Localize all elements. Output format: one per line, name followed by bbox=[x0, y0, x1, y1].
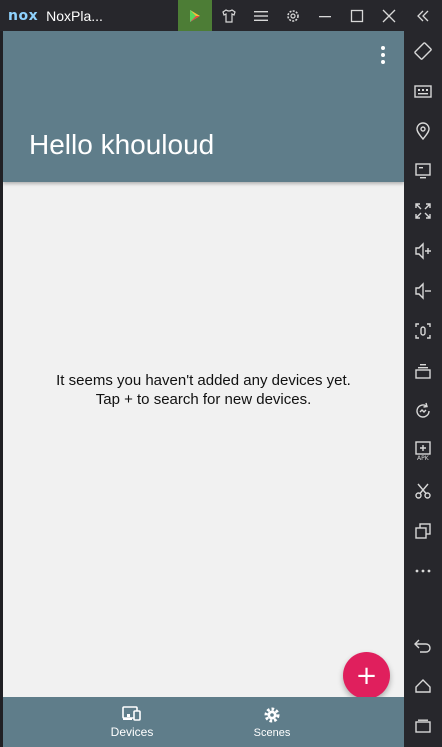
screen-icon bbox=[415, 163, 431, 179]
nav-devices-label: Devices bbox=[110, 724, 154, 739]
settings-button[interactable] bbox=[276, 0, 310, 31]
back-button[interactable] bbox=[404, 631, 442, 661]
more-icon bbox=[415, 569, 431, 573]
copy-icon bbox=[415, 523, 431, 539]
volume-down-button[interactable] bbox=[404, 276, 442, 306]
keyboard-icon bbox=[414, 85, 432, 98]
overflow-menu-button[interactable] bbox=[371, 43, 395, 67]
close-icon bbox=[382, 9, 396, 22]
empty-state-line: It seems you haven't added any devices y… bbox=[56, 372, 351, 389]
multi-instance-button[interactable] bbox=[404, 356, 442, 386]
scissors-button[interactable] bbox=[404, 476, 442, 506]
minimize-button[interactable] bbox=[308, 0, 342, 31]
dot-icon bbox=[381, 53, 385, 57]
emulator-sidebar: APK bbox=[404, 31, 442, 747]
scissors-icon bbox=[415, 483, 431, 499]
screen-button[interactable] bbox=[404, 156, 442, 186]
recents-icon bbox=[415, 719, 431, 733]
rotate-button[interactable] bbox=[404, 36, 442, 66]
apk-install-button[interactable]: APK bbox=[404, 436, 442, 466]
app-bar: Hello khouloud bbox=[3, 31, 404, 182]
volume-down-icon bbox=[415, 282, 431, 300]
dot-icon bbox=[381, 46, 385, 50]
volume-up-button[interactable] bbox=[404, 236, 442, 266]
plus-icon: + bbox=[355, 660, 378, 691]
maximize-button[interactable] bbox=[340, 0, 374, 31]
volume-up-icon bbox=[415, 242, 431, 260]
shirt-icon bbox=[222, 8, 236, 23]
bottom-navigation: Devices Scenes bbox=[3, 697, 404, 747]
recents-button[interactable] bbox=[404, 711, 442, 741]
copy-button[interactable] bbox=[404, 516, 442, 546]
close-button[interactable] bbox=[372, 0, 406, 31]
screenshot-button[interactable] bbox=[404, 316, 442, 346]
double-chevron-left-icon bbox=[417, 10, 429, 21]
menu-icon bbox=[254, 10, 268, 21]
empty-state-line: Tap + to search for new devices. bbox=[95, 391, 312, 408]
fullscreen-icon bbox=[415, 203, 431, 219]
shake-button[interactable] bbox=[404, 396, 442, 426]
emulator-window: nox NoxPla... Hello khouloud It seems yo… bbox=[0, 0, 442, 747]
home-icon bbox=[415, 679, 431, 693]
window-title: NoxPla... bbox=[46, 7, 103, 24]
nox-logo: nox bbox=[8, 7, 39, 24]
title-bar: nox NoxPla... bbox=[0, 0, 442, 31]
multi-instance-icon bbox=[415, 364, 431, 379]
shake-icon bbox=[416, 402, 430, 418]
maximize-icon bbox=[350, 9, 364, 22]
play-store-button[interactable] bbox=[178, 0, 212, 31]
location-icon bbox=[416, 122, 430, 140]
greeting-title: Hello khouloud bbox=[29, 129, 215, 160]
play-store-icon bbox=[190, 9, 200, 22]
add-device-fab[interactable]: + bbox=[343, 652, 390, 699]
empty-state-message: It seems you haven't added any devices y… bbox=[3, 371, 404, 409]
apk-install-icon: APK bbox=[415, 441, 431, 461]
nav-scenes-label: Scenes bbox=[253, 726, 291, 739]
gear-icon bbox=[287, 9, 299, 22]
rotate-icon bbox=[414, 42, 432, 60]
screenshot-icon bbox=[415, 323, 431, 339]
collapse-sidebar-button[interactable] bbox=[406, 0, 440, 31]
android-screen: Hello khouloud It seems you haven't adde… bbox=[3, 31, 404, 747]
home-button[interactable] bbox=[404, 671, 442, 701]
theme-button[interactable] bbox=[212, 0, 246, 31]
menu-button[interactable] bbox=[244, 0, 278, 31]
keyboard-button[interactable] bbox=[404, 76, 442, 106]
back-icon bbox=[414, 639, 431, 653]
nav-scenes[interactable]: Scenes bbox=[212, 697, 332, 747]
fullscreen-button[interactable] bbox=[404, 196, 442, 226]
gear-icon bbox=[264, 707, 280, 722]
more-button[interactable] bbox=[404, 556, 442, 586]
nav-devices[interactable]: Devices bbox=[72, 697, 192, 747]
minimize-icon bbox=[319, 15, 331, 17]
location-button[interactable] bbox=[404, 116, 442, 146]
dot-icon bbox=[381, 60, 385, 64]
devices-icon bbox=[122, 705, 141, 721]
svg-text:APK: APK bbox=[417, 455, 430, 461]
